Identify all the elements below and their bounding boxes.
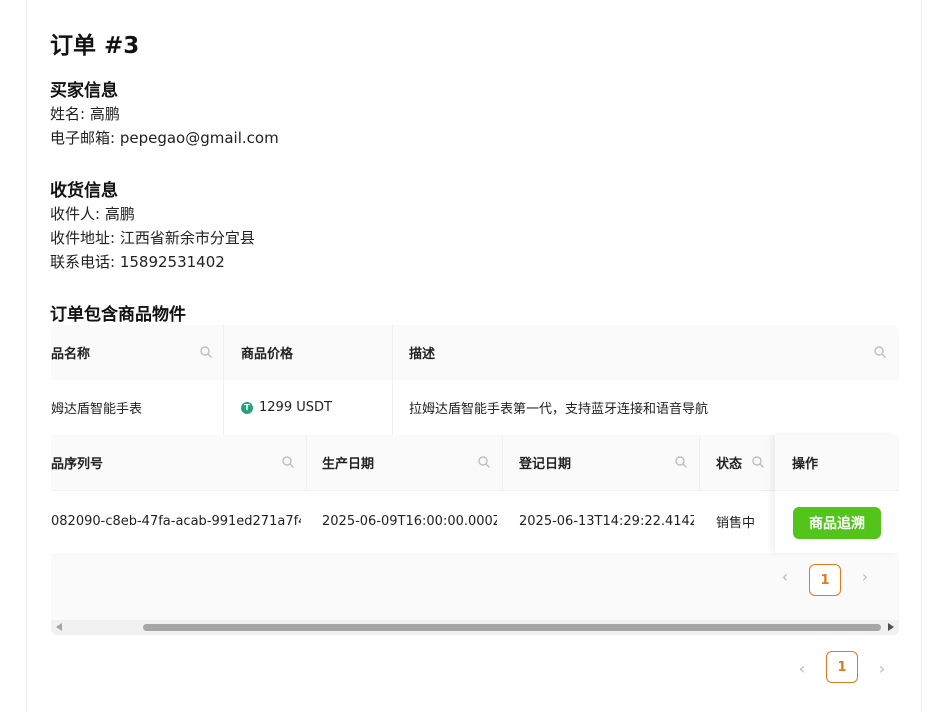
item-description: 拉姆达盾智能手表第一代，支持蓝牙连接和语音导航 [409,402,709,417]
usdt-icon: T [241,401,253,414]
item-name: 姆达盾智能手表 [51,402,143,417]
column-header-status: 状态 [716,435,756,490]
trace-product-button[interactable]: 商品追溯 [793,507,881,539]
buyer-name: 姓名: 高鹏 [50,105,120,123]
production-date-cell: 2025-06-09T16:00:00.000Z [322,490,497,553]
subtable-page-1-button[interactable]: 1 [809,564,841,596]
shipping-section-title: 收货信息 [50,181,118,201]
next-page-button[interactable]: › [866,652,898,684]
column-header-label: 描述 [409,347,436,362]
action-header: 操作 [775,435,899,490]
column-header-label: 操作 [792,457,819,472]
search-icon[interactable] [477,455,491,469]
column-divider [223,380,224,435]
buyer-email: 电子邮箱: pepegao@gmail.com [50,129,279,147]
column-header-description: 描述 [409,325,809,380]
column-header-label: 商品价格 [241,347,294,362]
column-header-label: 生产日期 [322,457,375,472]
search-icon[interactable] [751,455,765,469]
column-header-label: 品序列号 [51,457,104,472]
page-1-button[interactable]: 1 [826,651,858,683]
serial-subtable[interactable]: 品序列号 生产日期 登记日期 状态 082090-c8eb-47fa-acab-… [51,435,899,605]
column-header-production-date: 生产日期 [322,435,472,490]
column-header-name: 品名称 [51,325,223,380]
status-text: 销售中 [716,516,756,531]
column-header-price: 商品价格 [241,325,391,380]
item-price: 1299 USDT [259,400,332,415]
item-name-cell: 姆达盾智能手表 [51,380,221,435]
column-header-label: 品名称 [51,347,91,362]
column-header-label: 状态 [716,457,743,472]
action-column: 操作 商品追溯 [775,435,899,553]
column-header-registration-date: 登记日期 [519,435,669,490]
search-icon[interactable] [199,345,213,359]
search-icon[interactable] [674,455,688,469]
column-header-serial: 品序列号 [51,435,281,490]
scroll-right-icon[interactable] [888,623,894,631]
column-header-action: 操作 [792,435,872,490]
subtable-header: 品序列号 生产日期 登记日期 状态 [51,435,899,553]
table-row: 082090-c8eb-47fa-acab-991ed271a7f4 2025-… [51,490,899,553]
serial-cell: 082090-c8eb-47fa-acab-991ed271a7f4 [51,490,301,553]
prev-page-button[interactable]: ‹ [786,652,818,684]
horizontal-scrollbar[interactable] [51,620,899,635]
subtable-prev-page-button[interactable]: ‹ [769,560,801,592]
buyer-section-title: 买家信息 [50,81,118,101]
registration-date-cell: 2025-06-13T14:29:22.414Z [519,490,694,553]
column-divider [392,380,393,435]
scrollbar-thumb[interactable] [143,624,881,631]
serial-number: 082090-c8eb-47fa-acab-991ed271a7f4 [51,514,301,529]
registration-date: 2025-06-13T14:29:22.414Z [519,514,694,529]
items-section-title: 订单包含商品物件 [50,305,186,325]
column-header-label: 登记日期 [519,457,572,472]
item-description-cell: 拉姆达盾智能手表第一代，支持蓝牙连接和语音导航 [409,380,889,435]
items-table[interactable]: 品名称 商品价格 描述 姆达盾智能手表 T 1299 USDT 拉姆达盾智能手表… [51,325,899,635]
search-icon[interactable] [281,455,295,469]
order-detail-panel: 订单 #3 买家信息 姓名: 高鹏 电子邮箱: pepegao@gmail.co… [26,0,922,712]
shipping-phone: 联系电话: 15892531402 [50,253,225,271]
subtable-next-page-button[interactable]: › [849,560,881,592]
status-cell: 销售中 [716,490,771,553]
page-title: 订单 #3 [50,33,140,59]
production-date: 2025-06-09T16:00:00.000Z [322,514,497,529]
item-price-cell: T 1299 USDT [241,380,391,435]
scroll-left-icon[interactable] [56,623,62,631]
action-cell: 商品追溯 [775,490,899,553]
search-icon[interactable] [873,345,887,359]
shipping-address: 收件地址: 江西省新余市分宜县 [50,229,255,247]
shipping-recipient: 收件人: 高鹏 [50,205,135,223]
row-divider [51,490,899,491]
